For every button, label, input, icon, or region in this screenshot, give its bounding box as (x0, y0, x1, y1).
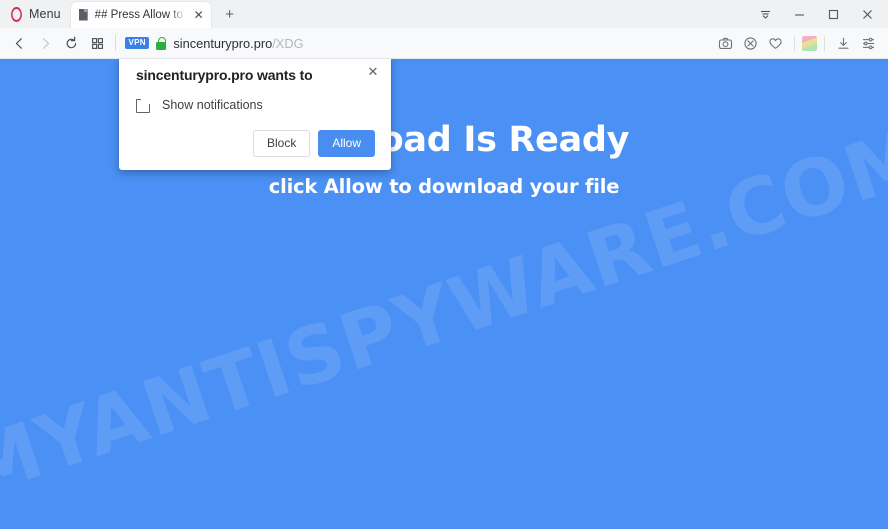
page-content: MYANTISPYWARE.COM Download Is Ready clic… (0, 59, 888, 529)
dialog-title: sincenturypro.pro wants to (136, 67, 313, 83)
reload-icon[interactable] (58, 30, 84, 56)
block-button[interactable]: Block (252, 129, 311, 158)
opera-logo-icon (11, 6, 22, 22)
green-lock-icon[interactable] (156, 37, 167, 50)
browser-window: Menu ## Press Allow to Do ✕ + (0, 0, 888, 529)
permission-row: Show notifications (136, 96, 375, 113)
heart-icon[interactable] (764, 32, 787, 55)
document-icon (79, 8, 90, 22)
page-subheadline: click Allow to download your file (268, 174, 620, 198)
notification-dot-icon (143, 97, 149, 103)
forward-arrow-icon (32, 30, 58, 56)
opera-menu-button[interactable]: Menu (0, 0, 71, 28)
notification-bell-icon (136, 96, 151, 113)
download-icon[interactable] (832, 32, 855, 55)
navigation-bar: VPN sincenturypro.pro/XDG (0, 28, 888, 59)
allow-button[interactable]: Allow (318, 129, 375, 158)
notification-permission-dialog: ✕ sincenturypro.pro wants to Show notifi… (119, 59, 391, 171)
sliders-icon[interactable] (857, 32, 880, 55)
tab-list-icon[interactable] (748, 0, 782, 28)
vpn-badge[interactable]: VPN (125, 37, 150, 49)
url-text: sincenturypro.pro/XDG (173, 36, 303, 51)
tab-strip: Menu ## Press Allow to Do ✕ + (0, 0, 888, 28)
opera-menu-label: Menu (29, 7, 61, 21)
dialog-actions: Block Allow (136, 129, 375, 158)
dialog-close-icon[interactable]: ✕ (364, 62, 382, 80)
close-icon[interactable] (850, 0, 884, 28)
blocked-circle-icon[interactable] (739, 32, 762, 55)
address-bar[interactable]: VPN sincenturypro.pro/XDG (123, 30, 714, 56)
extension-cube-icon[interactable] (802, 35, 817, 51)
browser-tab[interactable]: ## Press Allow to Do ✕ (70, 2, 211, 28)
url-host: sincenturypro.pro (173, 35, 273, 51)
toolbar-divider (824, 35, 825, 51)
minimize-icon[interactable] (782, 0, 816, 28)
new-tab-button[interactable]: + (217, 1, 243, 27)
permission-label: Show notifications (162, 98, 263, 112)
grid-apps-icon[interactable] (84, 30, 110, 56)
toolbar-right-actions (714, 32, 882, 55)
toolbar-divider (115, 35, 116, 51)
tab-title: ## Press Allow to Do (94, 9, 186, 21)
camera-icon[interactable] (714, 32, 737, 55)
url-path: /XDG (272, 35, 304, 51)
back-arrow-icon[interactable] (6, 30, 32, 56)
maximize-icon[interactable] (816, 0, 850, 28)
window-controls (748, 0, 888, 28)
tab-close-icon[interactable]: ✕ (191, 7, 207, 23)
toolbar-divider (794, 35, 795, 51)
